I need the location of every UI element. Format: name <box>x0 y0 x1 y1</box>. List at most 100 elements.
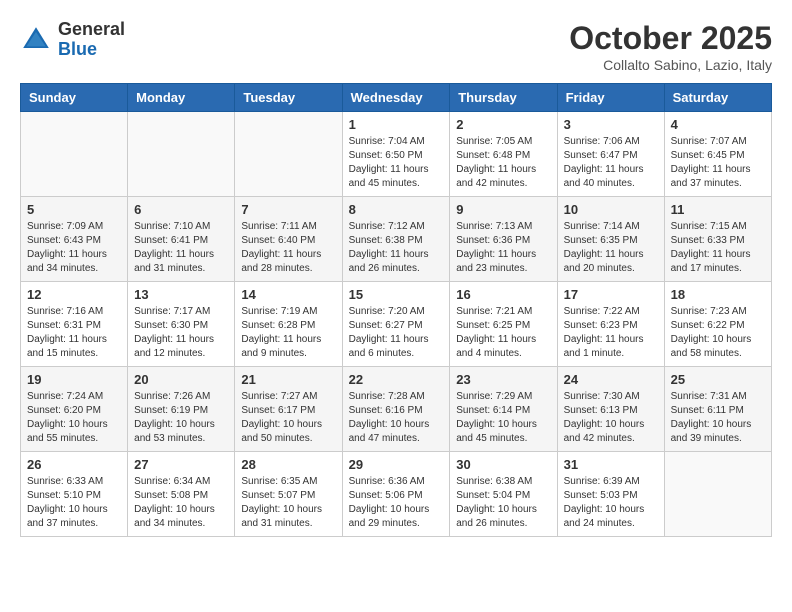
calendar-cell: 31 Sunrise: 6:39 AM Sunset: 5:03 PM Dayli… <box>557 452 664 537</box>
day-number: 10 <box>564 202 658 217</box>
day-info: Sunrise: 7:22 AM Sunset: 6:23 PM Dayligh… <box>564 305 658 361</box>
calendar-cell <box>128 112 235 197</box>
logo-icon <box>20 24 52 56</box>
location: Collalto Sabino, Lazio, Italy <box>569 57 772 73</box>
calendar-cell: 27Sunrise: 6:34 AM Sunset: 5:08 PM Dayli… <box>128 452 235 537</box>
day-number: 22 <box>349 372 444 387</box>
calendar-cell: 22 Sunrise: 7:28 AM Sunset: 6:16 PM Dayli… <box>342 367 450 452</box>
day-number: 30 <box>456 457 550 472</box>
day-number: 28 <box>241 457 335 472</box>
day-number: 4 <box>671 117 765 132</box>
calendar-week-5: 26 Sunrise: 6:33 AM Sunset: 5:10 PM Dayli… <box>21 452 772 537</box>
calendar-cell: 24 Sunrise: 7:30 AM Sunset: 6:13 PM Dayli… <box>557 367 664 452</box>
day-number: 26 <box>27 457 121 472</box>
day-info: Sunrise: 7:15 AM Sunset: 6:33 PM Dayligh… <box>671 220 765 276</box>
calendar-cell: 3 Sunrise: 7:06 AM Sunset: 6:47 PM Daylig… <box>557 112 664 197</box>
calendar-cell: 29 Sunrise: 6:36 AM Sunset: 5:06 PM Dayli… <box>342 452 450 537</box>
calendar-cell: 8Sunrise: 7:12 AM Sunset: 6:38 PM Daylig… <box>342 197 450 282</box>
day-info: Sunrise: 7:17 AM Sunset: 6:30 PM Dayligh… <box>134 305 228 361</box>
calendar-cell: 2 Sunrise: 7:05 AM Sunset: 6:48 PM Daylig… <box>450 112 557 197</box>
calendar-cell: 9Sunrise: 7:13 AM Sunset: 6:36 PM Daylig… <box>450 197 557 282</box>
day-number: 19 <box>27 372 121 387</box>
day-info: Sunrise: 7:21 AM Sunset: 6:25 PM Dayligh… <box>456 305 550 361</box>
title-block: October 2025 Collalto Sabino, Lazio, Ita… <box>569 20 772 73</box>
calendar-cell: 11 Sunrise: 7:15 AM Sunset: 6:33 PM Dayli… <box>664 197 771 282</box>
column-header-friday: Friday <box>557 84 664 112</box>
day-number: 6 <box>134 202 228 217</box>
day-info: Sunrise: 7:31 AM Sunset: 6:11 PM Dayligh… <box>671 390 765 446</box>
calendar-cell: 4 Sunrise: 7:07 AM Sunset: 6:45 PM Daylig… <box>664 112 771 197</box>
calendar-cell: 21Sunrise: 7:27 AM Sunset: 6:17 PM Dayli… <box>235 367 342 452</box>
day-info: Sunrise: 7:16 AM Sunset: 6:31 PM Dayligh… <box>27 305 121 361</box>
calendar-cell: 25 Sunrise: 7:31 AM Sunset: 6:11 PM Dayli… <box>664 367 771 452</box>
calendar-cell: 17 Sunrise: 7:22 AM Sunset: 6:23 PM Dayli… <box>557 282 664 367</box>
calendar-cell <box>21 112 128 197</box>
day-info: Sunrise: 7:28 AM Sunset: 6:16 PM Dayligh… <box>349 390 444 446</box>
day-info: Sunrise: 6:38 AM Sunset: 5:04 PM Dayligh… <box>456 475 550 531</box>
calendar-cell: 13 Sunrise: 7:17 AM Sunset: 6:30 PM Dayli… <box>128 282 235 367</box>
day-info: Sunrise: 7:06 AM Sunset: 6:47 PM Dayligh… <box>564 135 658 191</box>
day-number: 29 <box>349 457 444 472</box>
day-number: 27 <box>134 457 228 472</box>
column-header-thursday: Thursday <box>450 84 557 112</box>
calendar-table: SundayMondayTuesdayWednesdayThursdayFrid… <box>20 83 772 537</box>
day-info: Sunrise: 7:30 AM Sunset: 6:13 PM Dayligh… <box>564 390 658 446</box>
day-info: Sunrise: 7:20 AM Sunset: 6:27 PM Dayligh… <box>349 305 444 361</box>
day-info: Sunrise: 6:33 AM Sunset: 5:10 PM Dayligh… <box>27 475 121 531</box>
column-header-wednesday: Wednesday <box>342 84 450 112</box>
day-number: 7 <box>241 202 335 217</box>
calendar-cell: 12 Sunrise: 7:16 AM Sunset: 6:31 PM Dayli… <box>21 282 128 367</box>
calendar-cell: 18 Sunrise: 7:23 AM Sunset: 6:22 PM Dayli… <box>664 282 771 367</box>
calendar-cell: 23Sunrise: 7:29 AM Sunset: 6:14 PM Dayli… <box>450 367 557 452</box>
day-number: 25 <box>671 372 765 387</box>
day-info: Sunrise: 7:05 AM Sunset: 6:48 PM Dayligh… <box>456 135 550 191</box>
calendar-cell: 28 Sunrise: 6:35 AM Sunset: 5:07 PM Dayli… <box>235 452 342 537</box>
page-header: General Blue October 2025 Collalto Sabin… <box>20 20 772 73</box>
logo: General Blue <box>20 20 125 60</box>
day-info: Sunrise: 7:13 AM Sunset: 6:36 PM Dayligh… <box>456 220 550 276</box>
calendar-cell: 10Sunrise: 7:14 AM Sunset: 6:35 PM Dayli… <box>557 197 664 282</box>
day-number: 13 <box>134 287 228 302</box>
day-number: 20 <box>134 372 228 387</box>
day-info: Sunrise: 6:35 AM Sunset: 5:07 PM Dayligh… <box>241 475 335 531</box>
day-number: 24 <box>564 372 658 387</box>
day-number: 23 <box>456 372 550 387</box>
day-info: Sunrise: 7:23 AM Sunset: 6:22 PM Dayligh… <box>671 305 765 361</box>
day-number: 31 <box>564 457 658 472</box>
day-number: 16 <box>456 287 550 302</box>
logo-text: General Blue <box>58 20 125 60</box>
calendar-cell: 14Sunrise: 7:19 AM Sunset: 6:28 PM Dayli… <box>235 282 342 367</box>
day-number: 12 <box>27 287 121 302</box>
calendar-cell: 5 Sunrise: 7:09 AM Sunset: 6:43 PM Daylig… <box>21 197 128 282</box>
calendar-cell <box>664 452 771 537</box>
day-info: Sunrise: 7:10 AM Sunset: 6:41 PM Dayligh… <box>134 220 228 276</box>
calendar-cell: 16 Sunrise: 7:21 AM Sunset: 6:25 PM Dayli… <box>450 282 557 367</box>
day-number: 18 <box>671 287 765 302</box>
calendar-cell: 1 Sunrise: 7:04 AM Sunset: 6:50 PM Daylig… <box>342 112 450 197</box>
calendar-cell: 20 Sunrise: 7:26 AM Sunset: 6:19 PM Dayli… <box>128 367 235 452</box>
day-info: Sunrise: 6:36 AM Sunset: 5:06 PM Dayligh… <box>349 475 444 531</box>
calendar-week-2: 5 Sunrise: 7:09 AM Sunset: 6:43 PM Daylig… <box>21 197 772 282</box>
calendar-cell: 7Sunrise: 7:11 AM Sunset: 6:40 PM Daylig… <box>235 197 342 282</box>
day-info: Sunrise: 7:09 AM Sunset: 6:43 PM Dayligh… <box>27 220 121 276</box>
day-number: 17 <box>564 287 658 302</box>
day-info: Sunrise: 6:39 AM Sunset: 5:03 PM Dayligh… <box>564 475 658 531</box>
day-number: 1 <box>349 117 444 132</box>
day-number: 2 <box>456 117 550 132</box>
day-number: 21 <box>241 372 335 387</box>
calendar-header-row: SundayMondayTuesdayWednesdayThursdayFrid… <box>21 84 772 112</box>
day-number: 5 <box>27 202 121 217</box>
day-info: Sunrise: 7:26 AM Sunset: 6:19 PM Dayligh… <box>134 390 228 446</box>
column-header-tuesday: Tuesday <box>235 84 342 112</box>
day-number: 15 <box>349 287 444 302</box>
day-info: Sunrise: 7:04 AM Sunset: 6:50 PM Dayligh… <box>349 135 444 191</box>
day-number: 11 <box>671 202 765 217</box>
column-header-sunday: Sunday <box>21 84 128 112</box>
day-number: 3 <box>564 117 658 132</box>
column-header-monday: Monday <box>128 84 235 112</box>
calendar-cell: 15 Sunrise: 7:20 AM Sunset: 6:27 PM Dayli… <box>342 282 450 367</box>
day-number: 8 <box>349 202 444 217</box>
day-info: Sunrise: 7:07 AM Sunset: 6:45 PM Dayligh… <box>671 135 765 191</box>
calendar-week-1: 1 Sunrise: 7:04 AM Sunset: 6:50 PM Daylig… <box>21 112 772 197</box>
month-title: October 2025 <box>569 20 772 57</box>
